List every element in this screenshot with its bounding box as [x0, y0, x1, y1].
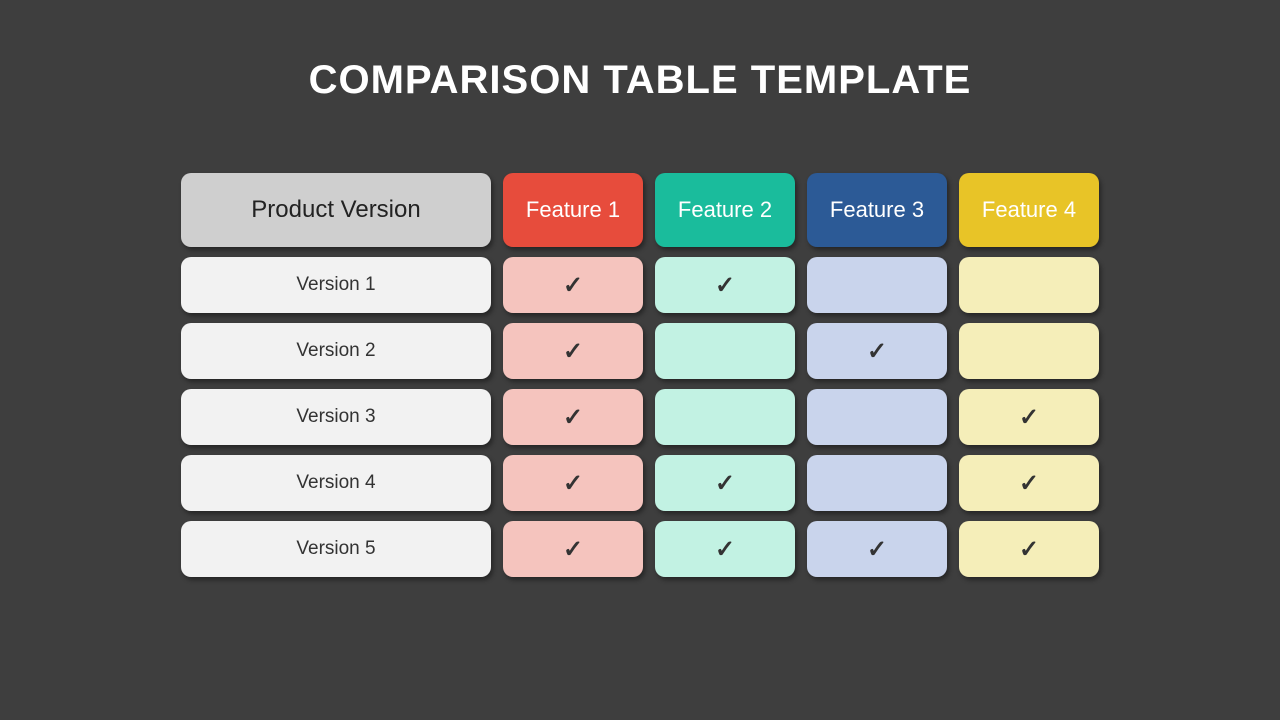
check-icon: ✓: [563, 271, 583, 300]
cell-feature-4: [959, 323, 1099, 379]
check-icon: ✓: [867, 535, 887, 564]
check-icon: ✓: [563, 535, 583, 564]
cell-feature-3: ✓: [807, 323, 947, 379]
header-feature-4: Feature 4: [959, 173, 1099, 247]
check-icon: ✓: [867, 337, 887, 366]
comparison-table: Product Version Feature 1 Feature 2 Feat…: [181, 173, 1099, 577]
cell-feature-4: [959, 257, 1099, 313]
cell-feature-1: ✓: [503, 323, 643, 379]
check-icon: ✓: [563, 337, 583, 366]
check-icon: ✓: [1019, 469, 1039, 498]
check-icon: ✓: [715, 469, 735, 498]
row-label: Version 1: [181, 257, 491, 313]
table-row: Version 3 ✓ ✓: [181, 389, 1099, 445]
check-icon: ✓: [1019, 403, 1039, 432]
cell-feature-2: [655, 323, 795, 379]
cell-feature-2: ✓: [655, 455, 795, 511]
cell-feature-4: ✓: [959, 389, 1099, 445]
page-title: COMPARISON TABLE TEMPLATE: [309, 58, 972, 103]
row-label: Version 5: [181, 521, 491, 577]
header-product-version: Product Version: [181, 173, 491, 247]
header-feature-2: Feature 2: [655, 173, 795, 247]
table-row: Version 5 ✓ ✓ ✓ ✓: [181, 521, 1099, 577]
row-label: Version 3: [181, 389, 491, 445]
cell-feature-2: ✓: [655, 257, 795, 313]
cell-feature-1: ✓: [503, 521, 643, 577]
check-icon: ✓: [563, 403, 583, 432]
cell-feature-2: ✓: [655, 521, 795, 577]
cell-feature-2: [655, 389, 795, 445]
cell-feature-1: ✓: [503, 455, 643, 511]
cell-feature-4: ✓: [959, 455, 1099, 511]
table-row: Version 2 ✓ ✓: [181, 323, 1099, 379]
table-row: Version 4 ✓ ✓ ✓: [181, 455, 1099, 511]
cell-feature-3: [807, 455, 947, 511]
check-icon: ✓: [1019, 535, 1039, 564]
header-row: Product Version Feature 1 Feature 2 Feat…: [181, 173, 1099, 247]
cell-feature-1: ✓: [503, 257, 643, 313]
cell-feature-4: ✓: [959, 521, 1099, 577]
header-feature-3: Feature 3: [807, 173, 947, 247]
check-icon: ✓: [715, 271, 735, 300]
table-row: Version 1 ✓ ✓: [181, 257, 1099, 313]
cell-feature-1: ✓: [503, 389, 643, 445]
check-icon: ✓: [563, 469, 583, 498]
cell-feature-3: [807, 389, 947, 445]
check-icon: ✓: [715, 535, 735, 564]
header-feature-1: Feature 1: [503, 173, 643, 247]
row-label: Version 2: [181, 323, 491, 379]
row-label: Version 4: [181, 455, 491, 511]
cell-feature-3: ✓: [807, 521, 947, 577]
cell-feature-3: [807, 257, 947, 313]
